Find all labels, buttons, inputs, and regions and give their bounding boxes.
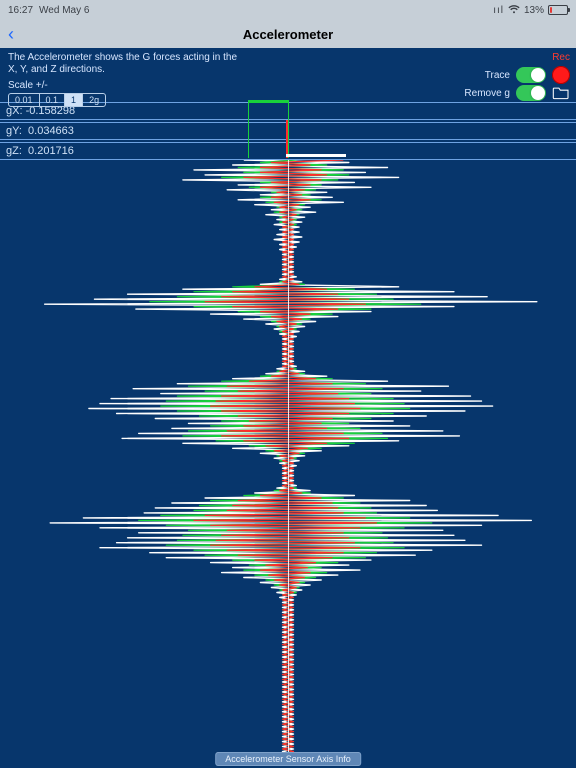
nav-bar: ‹ Accelerometer xyxy=(0,20,576,48)
gy-label: gY: xyxy=(6,125,22,137)
page-title: Accelerometer xyxy=(243,27,333,42)
removeg-toggle[interactable] xyxy=(516,85,546,101)
controls-panel: Rec Trace Remove g xyxy=(464,48,570,102)
record-button[interactable] xyxy=(552,66,570,84)
gz-label: gZ: xyxy=(6,145,22,157)
trace-toggle[interactable] xyxy=(516,67,546,83)
gz-reading-row: gZ: 0.201716 xyxy=(0,142,576,160)
removeg-label: Remove g xyxy=(464,88,510,99)
status-time: 16:27 xyxy=(8,5,33,16)
signal-icon: ııl xyxy=(493,5,504,16)
folder-icon[interactable] xyxy=(552,86,570,100)
ios-status-bar: 16:27 Wed May 6 ııl 13% xyxy=(0,0,576,20)
plot-centerline xyxy=(288,160,289,754)
gy-reading-row: gY: 0.034663 xyxy=(0,122,576,140)
scale-option-1[interactable]: 1 xyxy=(65,94,83,106)
rec-label: Rec xyxy=(552,52,570,63)
status-date: Wed May 6 xyxy=(39,5,89,16)
scale-segmented-control[interactable]: 0.010.112g xyxy=(8,93,106,107)
battery-icon xyxy=(548,5,568,15)
gz-value: 0.201716 xyxy=(28,145,74,157)
trace-label: Trace xyxy=(485,70,510,81)
description-text: The Accelerometer shows the G forces act… xyxy=(8,52,248,76)
axis-info-button[interactable]: Accelerometer Sensor Axis Info xyxy=(215,752,361,766)
header-panel: The Accelerometer shows the G forces act… xyxy=(0,48,576,100)
wifi-icon xyxy=(508,4,520,17)
gy-value: 0.034663 xyxy=(28,125,74,137)
battery-pct: 13% xyxy=(524,5,544,16)
trace-plot[interactable] xyxy=(0,160,576,754)
scale-option-2g[interactable]: 2g xyxy=(83,94,105,106)
back-button[interactable]: ‹ xyxy=(8,24,14,45)
scale-option-0p01[interactable]: 0.01 xyxy=(9,94,40,106)
scale-option-0p1[interactable]: 0.1 xyxy=(40,94,66,106)
